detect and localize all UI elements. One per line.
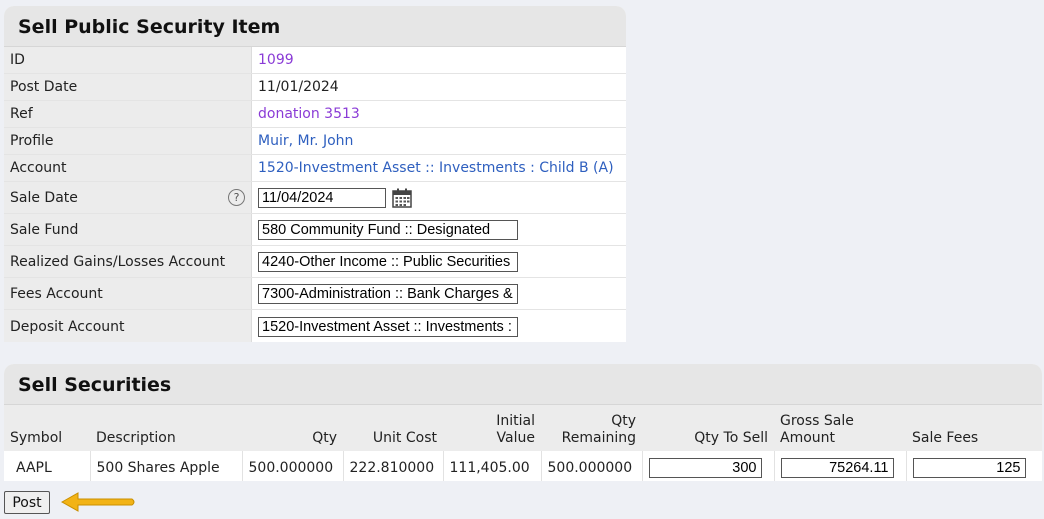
label-id: ID [4, 47, 252, 73]
pointer-arrow-icon [60, 492, 135, 512]
cell-description: 500 Shares Apple [90, 451, 243, 481]
cell-symbol: AAPL [4, 451, 91, 481]
header-initial-value: Initial Value [443, 405, 541, 451]
header-unit-cost: Unit Cost [343, 405, 443, 451]
header-gross-sale-amount: Gross Sale Amount [774, 405, 906, 451]
sale-fees-input[interactable] [912, 457, 1026, 478]
deposit-account-input[interactable] [258, 316, 518, 337]
help-icon[interactable]: ? [228, 189, 245, 206]
header-qty: Qty [242, 405, 343, 451]
header-symbol: Symbol [4, 405, 90, 451]
row-realized-gains: Realized Gains/Losses Account [4, 246, 626, 278]
calendar-icon[interactable] [392, 188, 412, 208]
gross-sale-amount-input[interactable] [780, 457, 894, 478]
post-date-value: 11/01/2024 [258, 79, 339, 95]
label-ref: Ref [4, 101, 252, 127]
cell-unit-cost: 222.810000 [343, 451, 444, 481]
row-post-date: Post Date 11/01/2024 [4, 74, 626, 101]
row-profile: Profile Muir, Mr. John [4, 128, 626, 155]
row-deposit-account: Deposit Account [4, 310, 626, 342]
row-account: Account 1520-Investment Asset :: Investm… [4, 155, 626, 182]
cell-sale-fees [906, 451, 1042, 481]
sell-securities-panel: Sell Securities Symbol Description Qty U… [4, 364, 1042, 481]
label-fees-account: Fees Account [4, 278, 252, 309]
row-sale-fund: Sale Fund [4, 214, 626, 246]
account-link[interactable]: 1520-Investment Asset :: Investments : C… [258, 160, 614, 176]
label-realized-gains: Realized Gains/Losses Account [4, 246, 252, 277]
post-button[interactable]: Post [4, 491, 50, 514]
securities-table: Symbol Description Qty Unit Cost Initial… [4, 405, 1042, 481]
cell-qty: 500.000000 [242, 451, 344, 481]
label-deposit-account: Deposit Account [4, 310, 252, 342]
id-link[interactable]: 1099 [258, 52, 294, 68]
header-qty-remaining: Qty Remaining [541, 405, 642, 451]
header-sale-fees: Sale Fees [906, 405, 1042, 451]
fees-account-input[interactable] [258, 283, 518, 304]
sell-public-security-item-panel: Sell Public Security Item ID 1099 Post D… [4, 6, 626, 342]
table-row: AAPL 500 Shares Apple 500.000000 222.810… [4, 451, 1042, 481]
ref-link[interactable]: donation 3513 [258, 106, 360, 122]
row-fees-account: Fees Account [4, 278, 626, 310]
cell-qty-to-sell [642, 451, 775, 481]
cell-initial-value: 111,405.00 [443, 451, 542, 481]
label-sale-fund: Sale Fund [4, 214, 252, 245]
cell-gross-sale-amount [774, 451, 907, 481]
sale-date-input[interactable] [258, 187, 386, 208]
panel-title: Sell Securities [4, 364, 1042, 405]
table-header-row: Symbol Description Qty Unit Cost Initial… [4, 405, 1042, 451]
panel-title: Sell Public Security Item [4, 6, 626, 47]
header-qty-to-sell: Qty To Sell [642, 405, 774, 451]
realized-gains-account-input[interactable] [258, 251, 518, 272]
row-sale-date: Sale Date ? [4, 182, 626, 214]
row-id: ID 1099 [4, 47, 626, 74]
qty-to-sell-input[interactable] [648, 457, 762, 478]
header-description: Description [90, 405, 242, 451]
label-sale-date: Sale Date [10, 189, 78, 206]
label-post-date: Post Date [4, 74, 252, 100]
label-profile: Profile [4, 128, 252, 154]
row-ref: Ref donation 3513 [4, 101, 626, 128]
label-account: Account [4, 155, 252, 181]
profile-link[interactable]: Muir, Mr. John [258, 133, 353, 149]
sale-fund-input[interactable] [258, 219, 518, 240]
cell-qty-remaining: 500.000000 [541, 451, 643, 481]
